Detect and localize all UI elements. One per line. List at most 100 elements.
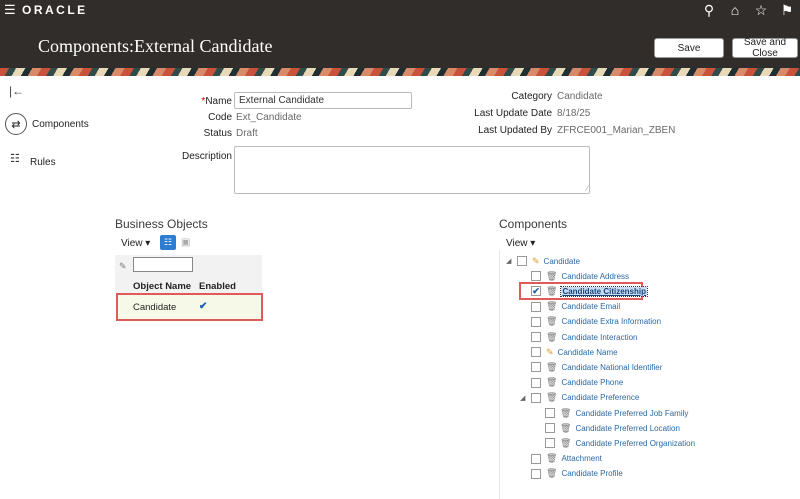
freeze-icon[interactable]: ☷ xyxy=(160,235,176,250)
trash-icon: 🗑 xyxy=(546,270,558,281)
flag-icon[interactable]: ⚑ xyxy=(774,1,800,19)
tree-item[interactable]: 🗑 Candidate Preferred Organization xyxy=(534,436,695,450)
tree-checkbox[interactable] xyxy=(531,392,541,403)
tree-item-label[interactable]: Candidate Address xyxy=(561,272,629,281)
tree-checkbox[interactable] xyxy=(531,377,541,388)
business-objects-view-menu[interactable]: View ▾ xyxy=(121,238,150,249)
tree-item-label[interactable]: Candidate Extra Information xyxy=(561,317,661,326)
home-icon[interactable]: ⌂ xyxy=(722,1,748,19)
tree-item-label[interactable]: Candidate Interaction xyxy=(561,333,637,342)
description-label: Description xyxy=(181,151,232,162)
tree-item[interactable]: 🗑 Candidate Email xyxy=(520,300,620,314)
tree-item[interactable]: 🗑 Candidate National Identifier xyxy=(520,360,662,374)
top-icons: ⚲ ⌂ ☆ ⚑ xyxy=(696,1,800,19)
tree-item-label[interactable]: Candidate xyxy=(544,257,580,266)
object-name-column-header[interactable]: Object Name xyxy=(133,281,191,292)
trash-icon: 🗑 xyxy=(560,437,572,448)
trash-icon: 🗑 xyxy=(546,316,558,327)
components-icon[interactable]: ⇄ xyxy=(5,113,27,135)
search-icon[interactable]: ⚲ xyxy=(696,1,722,19)
tree-checkbox[interactable]: ✔ xyxy=(531,286,541,297)
enabled-checkbox[interactable]: ✔ xyxy=(199,301,207,312)
trash-icon: 🗑 xyxy=(546,361,558,372)
rules-icon[interactable]: ☷ xyxy=(10,152,20,165)
trash-icon: 🗑 xyxy=(546,377,558,388)
category-value: Candidate xyxy=(557,91,603,102)
tree-item-label[interactable]: Candidate Profile xyxy=(561,469,622,478)
star-icon[interactable]: ☆ xyxy=(748,1,774,19)
tree-item[interactable]: 🗑 Candidate Interaction xyxy=(520,330,638,344)
detach-icon[interactable]: ▣ xyxy=(181,237,190,248)
rail-rules-label[interactable]: Rules xyxy=(30,157,56,168)
trash-icon: 🗑 xyxy=(546,453,558,464)
enabled-column-header[interactable]: Enabled xyxy=(199,281,236,292)
tree-checkbox[interactable] xyxy=(545,438,555,449)
trash-icon: 🗑 xyxy=(546,392,558,403)
collapse-panel-icon[interactable]: |← xyxy=(9,84,24,98)
trash-icon: 🗑 xyxy=(560,407,572,418)
trash-icon: 🗑 xyxy=(546,468,558,479)
category-label: Category xyxy=(511,91,552,102)
tree-item[interactable]: ◢ ✎ Candidate xyxy=(506,254,580,268)
components-view-menu[interactable]: View ▾ xyxy=(506,238,535,249)
trash-icon: 🗑 xyxy=(560,422,572,433)
tree-item[interactable]: 🗑 Candidate Address xyxy=(520,269,629,283)
tree-checkbox[interactable] xyxy=(517,256,527,266)
tree-item-label[interactable]: Candidate Email xyxy=(561,302,620,311)
tree-checkbox[interactable] xyxy=(531,453,541,464)
save-and-close-button[interactable]: Save and Close xyxy=(732,37,798,59)
code-label: Code xyxy=(208,112,232,123)
tree-item[interactable]: 🗑 Candidate Phone xyxy=(520,376,623,390)
tree-item[interactable]: 🗑 Candidate Profile xyxy=(520,467,623,481)
oracle-logo: ORACLE xyxy=(22,3,88,17)
tree-item[interactable]: ✔ 🗑 Candidate Citizenship xyxy=(520,284,648,298)
top-bar: ☰ ORACLE ⚲ ⌂ ☆ ⚑ xyxy=(0,0,800,20)
tree-checkbox[interactable] xyxy=(531,316,541,327)
tree-item-label[interactable]: Candidate Phone xyxy=(561,378,623,387)
status-value: Draft xyxy=(236,128,258,139)
tree-item-label[interactable]: Candidate Preferred Location xyxy=(575,424,680,433)
tree-checkbox[interactable] xyxy=(545,408,555,418)
name-label: *Name xyxy=(201,96,232,107)
pencil-icon: ✎ xyxy=(546,346,554,357)
tree-item[interactable]: ✎ Candidate Name xyxy=(520,345,618,359)
resize-grip-icon[interactable]: ∕ xyxy=(587,184,588,193)
tree-item[interactable]: 🗑 Candidate Preferred Job Family xyxy=(534,406,688,420)
tree-item-label[interactable]: Candidate Preference xyxy=(561,393,639,402)
tree-item[interactable]: 🗑 Attachment xyxy=(520,452,602,466)
tree-item-label[interactable]: Candidate Citizenship xyxy=(560,285,648,297)
tree-item-label[interactable]: Candidate Preferred Organization xyxy=(575,439,695,448)
code-value: Ext_Candidate xyxy=(236,112,302,123)
tree-item-label[interactable]: Candidate National Identifier xyxy=(561,363,662,372)
hamburger-icon[interactable]: ☰ xyxy=(4,3,16,16)
tree-item[interactable]: ◢ 🗑 Candidate Preference xyxy=(520,391,639,405)
tree-item-label[interactable]: Candidate Preferred Job Family xyxy=(575,409,688,418)
tree-item[interactable]: 🗑 Candidate Preferred Location xyxy=(534,421,680,435)
name-field[interactable] xyxy=(234,92,412,109)
trash-icon: 🗑 xyxy=(546,285,558,296)
tree-checkbox[interactable] xyxy=(531,468,541,479)
tree-item-label[interactable]: Candidate Name xyxy=(558,348,618,357)
decorative-banner xyxy=(0,68,800,76)
panel-divider xyxy=(499,250,500,499)
tree-item[interactable]: 🗑 Candidate Extra Information xyxy=(520,315,661,329)
edit-column-icon: ✎ xyxy=(119,261,127,271)
tree-checkbox[interactable] xyxy=(531,332,541,342)
expand-triangle-icon[interactable]: ◢ xyxy=(506,257,514,265)
tree-checkbox[interactable] xyxy=(531,301,541,312)
tree-checkbox[interactable] xyxy=(545,423,555,434)
object-name-filter-input[interactable] xyxy=(133,257,193,272)
page-header: Components:External Candidate Save Save … xyxy=(0,20,800,68)
trash-icon: 🗑 xyxy=(546,301,558,312)
description-field[interactable]: ∕ xyxy=(234,146,590,194)
rail-components-label[interactable]: Components xyxy=(32,119,89,130)
save-button[interactable]: Save xyxy=(654,38,724,58)
expand-triangle-icon[interactable]: ◢ xyxy=(520,394,528,402)
last-update-date-label: Last Update Date xyxy=(474,108,552,119)
tree-checkbox[interactable] xyxy=(531,271,541,282)
tree-checkbox[interactable] xyxy=(531,362,541,373)
tree-item-label[interactable]: Attachment xyxy=(561,454,601,463)
last-update-date-value: 8/18/25 xyxy=(557,108,591,119)
last-updated-by-value: ZFRCE001_Marian_ZBEN xyxy=(557,125,676,136)
tree-checkbox[interactable] xyxy=(531,347,541,358)
